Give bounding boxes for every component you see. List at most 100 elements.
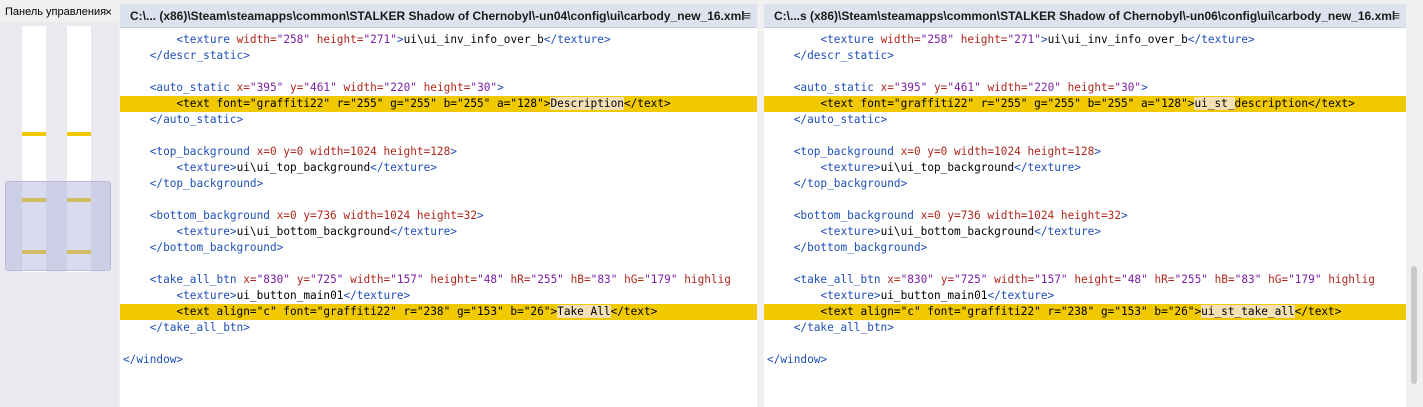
code-line[interactable]: </window> (764, 352, 1406, 368)
code-view-right[interactable]: <texture width="258" height="271">ui\ui_… (764, 32, 1406, 407)
code-line-changed[interactable]: <text align="c" font="graffiti22" r="238… (120, 304, 757, 320)
code-token: </texture> (1014, 161, 1081, 174)
code-line[interactable]: <texture>ui_button_main01</texture> (764, 288, 1406, 304)
code-line[interactable]: <bottom_background x=0 y=736 width=1024 … (120, 208, 757, 224)
code-token: y= (940, 273, 955, 286)
code-line[interactable]: <texture>ui\ui_bottom_background</textur… (764, 224, 1406, 240)
code-line[interactable] (120, 256, 757, 272)
code-line[interactable]: <top_background x=0 y=0 width=1024 heigh… (764, 144, 1406, 160)
file-tab-right[interactable]: C:\...s (x86)\Steam\steamapps\common\STA… (764, 4, 1406, 28)
close-icon[interactable]: × (105, 2, 112, 22)
code-line[interactable] (764, 64, 1406, 80)
code-line[interactable]: </take_all_btn> (120, 320, 757, 336)
code-line[interactable]: <take_all_btn x="830" y="725" width="157… (764, 272, 1406, 288)
code-token: <texture> (820, 225, 881, 238)
code-line[interactable]: <texture>ui_button_main01</texture> (120, 288, 757, 304)
code-line[interactable] (120, 128, 757, 144)
code-token: </top_background> (793, 177, 908, 190)
code-line[interactable]: </window> (120, 352, 757, 368)
code-token: <bottom_background (149, 209, 277, 222)
menu-icon[interactable]: ≡ (743, 4, 751, 27)
code-token: </bottom_background> (793, 241, 928, 254)
code-line[interactable]: <bottom_background x=0 y=736 width=1024 … (764, 208, 1406, 224)
code-line[interactable] (764, 256, 1406, 272)
code-line[interactable] (120, 64, 757, 80)
code-line-changed[interactable]: <text align="c" font="graffiti22" r="238… (764, 304, 1406, 320)
scrollbar-thumb[interactable] (1411, 266, 1417, 384)
code-line[interactable]: <texture width="258" height="271">ui\ui_… (120, 32, 757, 48)
code-line[interactable]: </auto_static> (120, 112, 757, 128)
code-line[interactable]: <texture>ui\ui_top_background</texture> (120, 160, 757, 176)
code-token: x=0 y=0 width=1024 height=128 (900, 145, 1095, 158)
code-line[interactable]: <auto_static x="395" y="461" width="220"… (764, 80, 1406, 96)
code-token: x=0 y=736 width=1024 height=32 (276, 209, 477, 222)
code-line[interactable]: </auto_static> (764, 112, 1406, 128)
code-token: height= (1074, 273, 1122, 286)
code-token: <bottom_background (793, 209, 921, 222)
code-token: <texture> (820, 289, 881, 302)
code-line-changed[interactable]: <text font="graffiti22" r="255" g="255" … (764, 96, 1406, 112)
code-token: width= (880, 33, 921, 46)
pane-splitter[interactable] (757, 4, 764, 407)
code-line[interactable]: </descr_static> (764, 48, 1406, 64)
code-line[interactable]: </descr_static> (120, 48, 757, 64)
code-token: hR= (1154, 273, 1175, 286)
code-line[interactable] (764, 192, 1406, 208)
code-line[interactable]: </take_all_btn> (764, 320, 1406, 336)
code-line[interactable]: <texture width="258" height="271">ui\ui_… (764, 32, 1406, 48)
code-line[interactable]: <top_background x=0 y=0 width=1024 heigh… (120, 144, 757, 160)
code-token: "83" (1234, 273, 1262, 286)
code-token: > (477, 209, 484, 222)
code-line[interactable] (764, 336, 1406, 352)
code-token: </texture> (390, 225, 457, 238)
diff-overview-map[interactable] (0, 22, 118, 407)
menu-icon[interactable]: ≡ (1392, 4, 1400, 27)
code-line[interactable]: </top_background> (764, 176, 1406, 192)
code-line[interactable]: </bottom_background> (120, 240, 757, 256)
code-line-changed[interactable]: <text font="graffiti22" r="255" g="255" … (120, 96, 757, 112)
code-token: </descr_static> (793, 49, 894, 62)
code-line[interactable]: </bottom_background> (764, 240, 1406, 256)
code-token: "179" (644, 273, 678, 286)
code-token: </texture> (987, 289, 1055, 302)
code-token: </window> (123, 353, 184, 366)
code-view-left[interactable]: <texture width="258" height="271">ui\ui_… (120, 32, 757, 407)
code-token: width= (350, 273, 391, 286)
code-line[interactable]: <texture>ui\ui_bottom_background</textur… (120, 224, 757, 240)
code-token: <text font="graffiti22" r="255" g="255" … (820, 97, 1195, 110)
code-token: <text align="c" font="graffiti22" r="238… (820, 305, 1202, 318)
code-token: height= (1067, 81, 1115, 94)
code-token: > (450, 145, 457, 158)
code-token: height= (430, 273, 478, 286)
code-line[interactable] (120, 192, 757, 208)
file-tab-left[interactable]: C:\... (x86)\Steam\steamapps\common\STAL… (120, 4, 757, 28)
code-token: <texture> (176, 289, 237, 302)
code-line[interactable]: <auto_static x="395" y="461" width="220"… (120, 80, 757, 96)
vertical-scrollbar[interactable] (1406, 28, 1423, 407)
code-token: </texture> (343, 289, 411, 302)
code-line[interactable]: <texture>ui\ui_top_background</texture> (764, 160, 1406, 176)
code-token: <take_all_btn (149, 273, 244, 286)
code-token: hB= (570, 273, 591, 286)
code-line[interactable]: </top_background> (120, 176, 757, 192)
code-line[interactable] (120, 336, 757, 352)
overview-viewport-indicator[interactable] (5, 181, 111, 271)
code-token: "157" (390, 273, 424, 286)
code-line[interactable]: <take_all_btn x="830" y="725" width="157… (120, 272, 757, 288)
code-line[interactable] (764, 128, 1406, 144)
file-tab-left-title: C:\... (x86)\Steam\steamapps\common\STAL… (130, 9, 745, 23)
